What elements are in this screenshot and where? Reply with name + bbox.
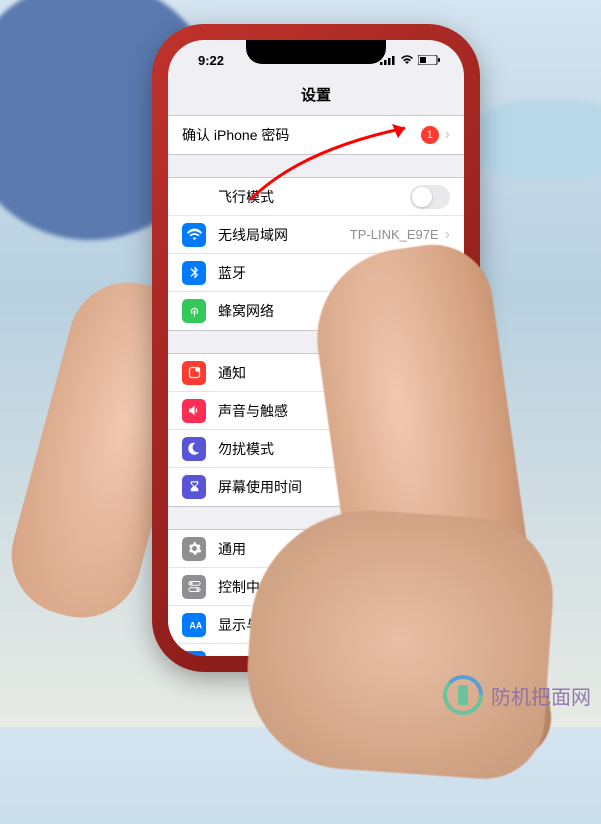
watermark-text: 防机把面网: [491, 681, 591, 710]
status-indicators: [380, 55, 440, 65]
row-confirm-password[interactable]: 确认 iPhone 密码 1 ›: [168, 116, 464, 154]
watermark: 防机把面网: [441, 673, 591, 717]
toggles-icon: [182, 575, 206, 599]
accessibility-icon: [182, 651, 206, 657]
svg-text:AA: AA: [189, 620, 202, 630]
page-title: 设置: [168, 80, 464, 115]
airplane-toggle[interactable]: [410, 185, 450, 209]
row-label: 确认 iPhone 密码: [182, 125, 421, 145]
sounds-icon: [182, 399, 206, 423]
row-value: TP-LINK_E97E: [350, 227, 439, 242]
moon-icon: [182, 437, 206, 461]
row-label: 无线局域网: [218, 225, 350, 245]
group-confirm: 确认 iPhone 密码 1 ›: [168, 115, 464, 155]
notifications-icon: [182, 361, 206, 385]
row-airplane-mode[interactable]: 飞行模式: [168, 178, 464, 216]
hourglass-icon: [182, 475, 206, 499]
battery-icon: [418, 55, 440, 65]
row-label: 飞行模式: [218, 187, 410, 207]
cellular-icon: [182, 299, 206, 323]
watermark-logo-icon: [441, 673, 485, 717]
gear-icon: [182, 537, 206, 561]
bluetooth-icon: [182, 261, 206, 285]
display-icon: AA: [182, 613, 206, 637]
chevron-right-icon: ›: [445, 226, 450, 244]
wifi-status-icon: [400, 55, 414, 65]
airplane-icon: [182, 185, 206, 209]
wifi-icon: [182, 223, 206, 247]
status-time: 9:22: [198, 53, 224, 68]
chevron-right-icon: ›: [445, 126, 450, 144]
badge-icon: 1: [421, 126, 439, 144]
notch: [246, 40, 386, 64]
